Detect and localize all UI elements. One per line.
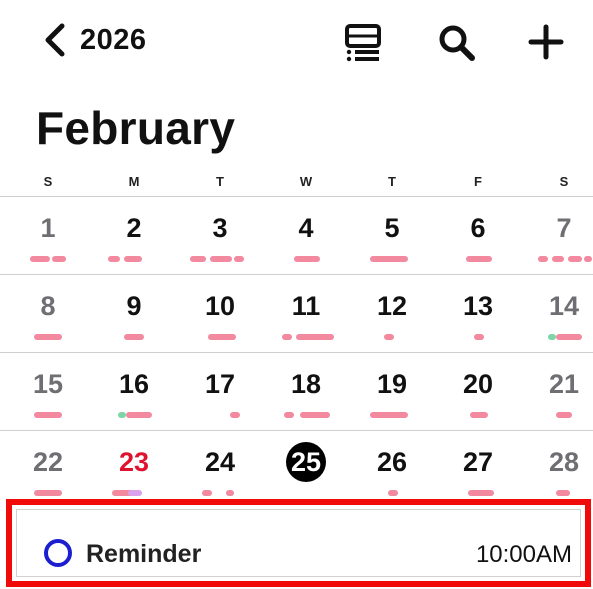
- event-indicator: [370, 256, 408, 262]
- add-event-button[interactable]: [524, 20, 568, 64]
- day-number: 5: [384, 213, 400, 243]
- day-number: 10: [204, 291, 236, 321]
- day-number: 19: [376, 369, 408, 399]
- event-indicator: [466, 256, 492, 262]
- plus-icon: [528, 24, 564, 60]
- reminder-time: 10:00AM: [475, 541, 572, 568]
- day-number: 7: [556, 213, 572, 243]
- day-number: 11: [291, 291, 321, 321]
- event-indicator: [52, 256, 66, 262]
- event-indicator: [388, 490, 398, 496]
- day-number: 13: [462, 291, 494, 321]
- day-number: 26: [376, 447, 408, 477]
- event-indicator: [284, 412, 294, 418]
- day-number: 14: [548, 291, 580, 321]
- day-number: 16: [118, 369, 150, 399]
- event-indicator: [468, 490, 494, 496]
- month-title: February: [36, 102, 236, 154]
- event-indicator: [124, 256, 142, 262]
- event-indicator: [474, 334, 484, 340]
- weekday-fri: F: [474, 174, 482, 189]
- list-view-icon: [345, 24, 381, 62]
- event-indicator: [234, 256, 244, 262]
- event-indicator: [548, 334, 556, 340]
- day-cell-17[interactable]: 17: [183, 352, 257, 428]
- day-number: 3: [212, 213, 228, 243]
- event-indicator: [370, 412, 408, 418]
- weekday-sat: S: [559, 174, 569, 189]
- chevron-left-icon: [45, 23, 65, 57]
- reminder-title: Reminder: [86, 540, 202, 568]
- event-indicator: [230, 412, 240, 418]
- event-indicator: [30, 256, 50, 262]
- back-to-year-button[interactable]: 2026: [42, 20, 147, 60]
- event-indicator: [470, 412, 488, 418]
- weekday-header: S M T W T F S: [0, 174, 593, 194]
- day-number: 25: [290, 447, 322, 477]
- day-number: 15: [32, 369, 64, 399]
- day-number: 20: [462, 369, 494, 399]
- weekday-mon: M: [128, 174, 140, 189]
- day-number: 21: [548, 369, 580, 399]
- event-indicator: [296, 334, 334, 340]
- event-indicator: [584, 256, 592, 262]
- list-view-button[interactable]: [341, 20, 385, 64]
- day-number: 28: [548, 447, 580, 477]
- day-number: 18: [290, 369, 322, 399]
- event-indicator: [208, 334, 236, 340]
- day-number: 4: [298, 213, 314, 243]
- year-label: 2026: [80, 23, 147, 56]
- day-number: 23: [118, 447, 150, 477]
- event-indicator: [118, 412, 126, 418]
- day-number: 12: [376, 291, 408, 321]
- weekday-sun: S: [43, 174, 53, 189]
- navigation-bar: 2026: [0, 0, 593, 80]
- reminder-checkbox[interactable]: [44, 539, 72, 567]
- event-indicator: [108, 256, 120, 262]
- event-indicator: [556, 412, 572, 418]
- event-indicator: [202, 490, 212, 496]
- day-number: 22: [32, 447, 64, 477]
- day-number: 2: [126, 213, 142, 243]
- day-number: 6: [470, 213, 486, 243]
- event-indicator: [300, 412, 330, 418]
- day-cell-24[interactable]: 24: [183, 430, 257, 506]
- event-indicator: [128, 490, 142, 496]
- event-indicator: [190, 256, 206, 262]
- event-indicator: [34, 490, 62, 496]
- event-indicator: [34, 334, 62, 340]
- day-number: 8: [40, 291, 56, 321]
- event-indicator: [34, 412, 62, 418]
- search-icon: [439, 25, 475, 61]
- day-number: 24: [204, 447, 236, 477]
- event-indicator: [282, 334, 292, 340]
- event-indicator: [124, 334, 144, 340]
- event-indicator: [210, 256, 232, 262]
- reminder-row: Reminder 10:00AM: [16, 509, 581, 577]
- day-number: 1: [40, 213, 56, 243]
- event-indicator: [226, 490, 234, 496]
- search-button[interactable]: [434, 20, 478, 64]
- weekday-tue: T: [216, 174, 224, 189]
- event-indicator: [556, 490, 570, 496]
- weekday-thu: T: [388, 174, 396, 189]
- day-number: 9: [126, 291, 142, 321]
- event-indicator: [556, 334, 582, 340]
- event-indicator: [126, 412, 152, 418]
- reminder-item[interactable]: Reminder 10:00AM: [6, 499, 591, 587]
- weekday-wed: W: [299, 174, 313, 189]
- event-indicator: [294, 256, 320, 262]
- day-number: 27: [462, 447, 494, 477]
- month-grid: 1 2 3 4 5 6 7 8 9 10 11 12 13 14 15 16 17 18 19 20 21 22 23 24 2…: [0, 196, 593, 500]
- event-indicator: [552, 256, 564, 262]
- event-indicator: [568, 256, 582, 262]
- day-cell-25[interactable]: 25: [269, 430, 343, 506]
- day-number: 17: [204, 369, 236, 399]
- event-indicator: [384, 334, 394, 340]
- event-indicator: [538, 256, 548, 262]
